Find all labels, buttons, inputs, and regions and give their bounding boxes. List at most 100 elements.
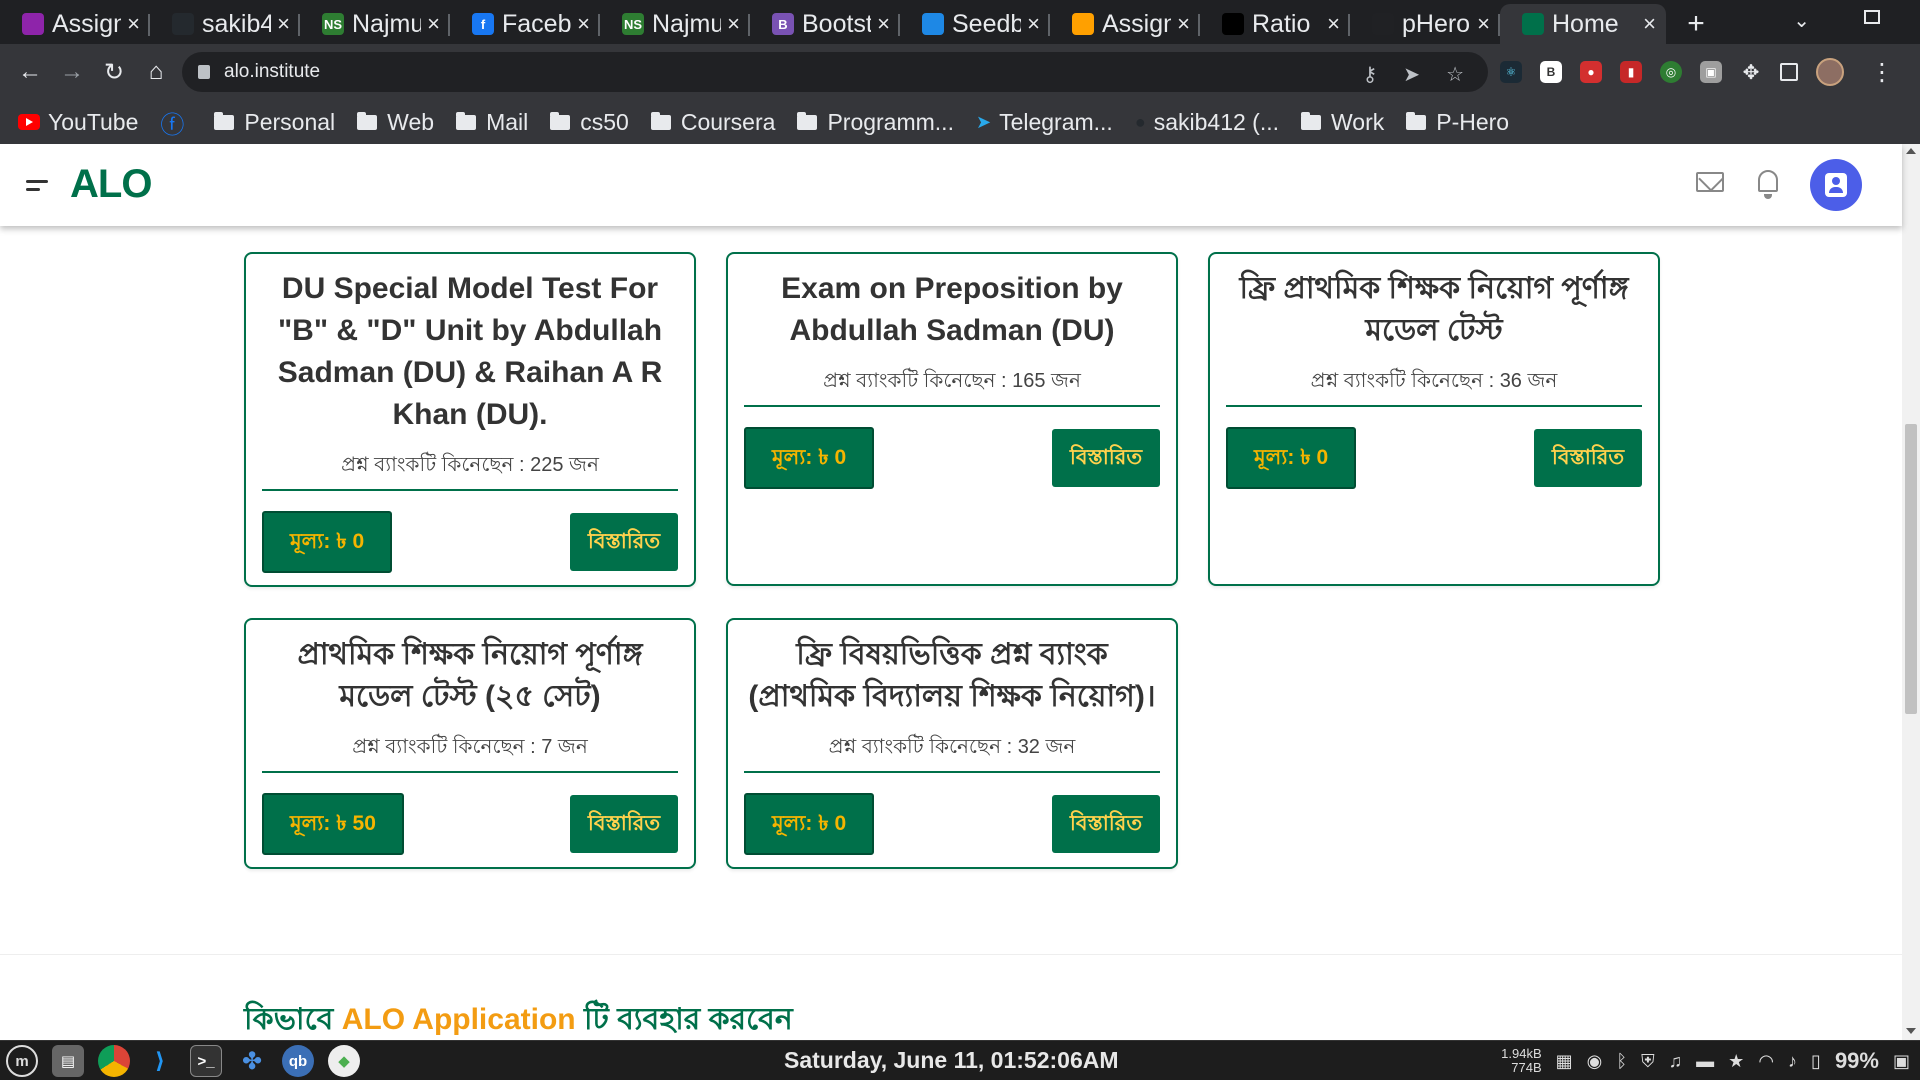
qbittorrent-icon[interactable]: qb <box>282 1045 314 1077</box>
qbittorrent-tray-icon[interactable]: ◉ <box>1587 1051 1603 1072</box>
sound-icon[interactable]: ♪ <box>1788 1051 1797 1072</box>
mint-menu-icon[interactable]: m <box>6 1045 38 1077</box>
taskbar-clock[interactable]: Saturday, June 11, 01:52:06AM <box>784 1047 1119 1074</box>
tab-close-icon[interactable]: × <box>1327 11 1340 37</box>
tab-close-icon[interactable]: × <box>1177 11 1190 37</box>
tab-title: Home <box>1552 9 1619 38</box>
browser-tab[interactable]: Home × <box>1500 4 1666 44</box>
terminal-icon[interactable]: >_ <box>190 1045 222 1077</box>
tab-close-icon[interactable]: × <box>277 11 290 37</box>
price-button[interactable]: মূল্য: ৳ 0 <box>744 427 875 489</box>
ext-grey-icon[interactable]: ▣ <box>1700 61 1722 83</box>
grammarly-icon[interactable]: ◎ <box>1660 61 1682 83</box>
new-tab-button[interactable]: + <box>1666 4 1726 44</box>
browser-tab[interactable]: Assignment× <box>1050 4 1200 44</box>
mail-icon[interactable] <box>1696 172 1724 192</box>
price-button[interactable]: মূল্য: ৳ 0 <box>744 793 875 855</box>
tab-close-icon[interactable]: × <box>727 11 740 37</box>
bookmark-item[interactable]: Mail <box>456 109 528 136</box>
tab-search-icon[interactable]: ⌄ <box>1793 8 1810 33</box>
star-tray-icon[interactable]: ★ <box>1728 1051 1744 1072</box>
side-panel-icon[interactable] <box>1780 63 1798 81</box>
react-devtools-icon[interactable]: ⚛ <box>1500 61 1522 83</box>
price-button[interactable]: মূল্য: ৳ 50 <box>262 793 404 855</box>
details-button[interactable]: বিস্তারিত <box>1052 429 1160 487</box>
extensions-puzzle-icon[interactable]: ✥ <box>1740 61 1762 84</box>
scrollbar-thumb[interactable] <box>1905 424 1917 714</box>
browser-tab[interactable]: Seedbox× <box>900 4 1050 44</box>
bookmark-item[interactable]: P-Hero <box>1406 109 1509 136</box>
reload-icon[interactable]: ↻ <box>94 52 134 92</box>
hamburger-menu-icon[interactable] <box>26 180 48 196</box>
scroll-down-icon[interactable] <box>1906 1028 1916 1034</box>
bookmark-item[interactable]: Work <box>1301 109 1384 136</box>
browser-tab[interactable]: B Bootstrap× <box>750 4 900 44</box>
bookmark-item[interactable]: Personal <box>214 109 335 136</box>
bookmark-item[interactable]: Web <box>357 109 434 136</box>
user-avatar-button[interactable] <box>1810 159 1862 211</box>
details-button[interactable]: বিস্তারিত <box>1534 429 1642 487</box>
bookmark-item[interactable]: ➤ Telegram... <box>976 109 1113 136</box>
hub-icon[interactable]: ✤ <box>236 1045 268 1077</box>
browser-tab[interactable]: NS Najmul× <box>600 4 750 44</box>
bootstrap-ext-icon[interactable]: B <box>1540 61 1562 83</box>
clipboard-icon[interactable]: ▦ <box>1556 1051 1573 1072</box>
url-text[interactable]: alo.institute <box>224 61 320 83</box>
home-icon[interactable]: ⌂ <box>136 52 176 92</box>
browser-tab[interactable]: pHero × <box>1350 4 1500 44</box>
mongodb-icon[interactable]: ◆ <box>328 1045 360 1077</box>
scroll-up-icon[interactable] <box>1906 148 1916 154</box>
tab-close-icon[interactable]: × <box>877 11 890 37</box>
browser-tab[interactable]: sakib412× <box>150 4 300 44</box>
tab-close-icon[interactable]: × <box>577 11 590 37</box>
tab-close-icon[interactable]: × <box>127 11 140 37</box>
bookmark-item[interactable]: YouTube <box>18 109 138 136</box>
bell-tray-icon[interactable]: ♫ <box>1669 1051 1683 1072</box>
window-restore-icon[interactable] <box>1864 10 1880 24</box>
bookmark-label: P-Hero <box>1436 108 1510 135</box>
forward-icon[interactable]: → <box>52 52 92 92</box>
bookmark-item[interactable]: cs50 <box>550 109 629 136</box>
browser-tab[interactable]: f Facebook× <box>450 4 600 44</box>
tab-close-icon[interactable]: × <box>1477 11 1490 37</box>
details-button[interactable]: বিস্তারিত <box>570 513 678 571</box>
shield-icon[interactable]: ⛨ <box>1641 1051 1655 1072</box>
lastpass-icon[interactable]: ● <box>1580 61 1602 83</box>
battery-icon[interactable]: ▯ <box>1811 1051 1821 1072</box>
notification-bell-icon[interactable] <box>1756 168 1780 199</box>
alo-logo[interactable]: ALO <box>70 162 152 207</box>
details-button[interactable]: বিস্তারিত <box>1052 795 1160 853</box>
browser-tab[interactable]: Assignment× <box>0 4 150 44</box>
bookmark-item[interactable]: Coursera <box>650 109 775 136</box>
browser-menu-icon[interactable]: ⋮ <box>1870 58 1894 87</box>
key-icon[interactable]: ⚷ <box>1363 62 1378 87</box>
tab-close-icon[interactable]: × <box>427 11 440 37</box>
bluetooth-icon[interactable]: ᛒ <box>1616 1051 1627 1072</box>
tab-strip: Assignment×sakib412×NSNajmul×fFacebook×N… <box>0 0 1920 44</box>
price-button[interactable]: মূল্য: ৳ 0 <box>1226 427 1357 489</box>
files-icon[interactable]: ▤ <box>52 1045 84 1077</box>
browser-tab[interactable]: Ratio × <box>1200 4 1350 44</box>
price-button[interactable]: মূল্য: ৳ 0 <box>262 511 393 573</box>
bookmark-label: Personal <box>244 108 336 135</box>
keyboard-icon[interactable]: ▬ <box>1696 1051 1714 1072</box>
profile-avatar[interactable] <box>1816 58 1844 86</box>
wifi-icon[interactable]: ◠ <box>1758 1051 1774 1072</box>
browser-tab[interactable]: NS Najmul× <box>300 4 450 44</box>
bookmark-item[interactable]: ● sakib412 (... <box>1135 109 1279 136</box>
show-desktop-icon[interactable]: ▣ <box>1893 1051 1910 1072</box>
browser-toolbar: ← → ↻ ⌂ alo.institute ⚷ ➤ ☆ ⚛ B ● ▮ ◎ ▣ … <box>0 44 1920 100</box>
bookmark-item[interactable]: Programm... <box>797 109 954 136</box>
tab-close-icon[interactable]: × <box>1643 11 1656 37</box>
star-icon[interactable]: ☆ <box>1446 62 1464 87</box>
back-icon[interactable]: ← <box>10 52 50 92</box>
send-icon[interactable]: ➤ <box>1403 62 1420 87</box>
chrome-icon[interactable] <box>98 1045 130 1077</box>
bookmark-item[interactable]: ⓕ <box>160 105 192 140</box>
vscode-icon[interactable]: ⟩ <box>144 1045 176 1077</box>
bookmark-ext-icon[interactable]: ▮ <box>1620 61 1642 83</box>
address-bar[interactable]: alo.institute ⚷ ➤ ☆ <box>182 52 1488 92</box>
tab-close-icon[interactable]: × <box>1027 11 1040 37</box>
details-button[interactable]: বিস্তারিত <box>570 795 678 853</box>
page-scrollbar[interactable] <box>1902 144 1920 1040</box>
